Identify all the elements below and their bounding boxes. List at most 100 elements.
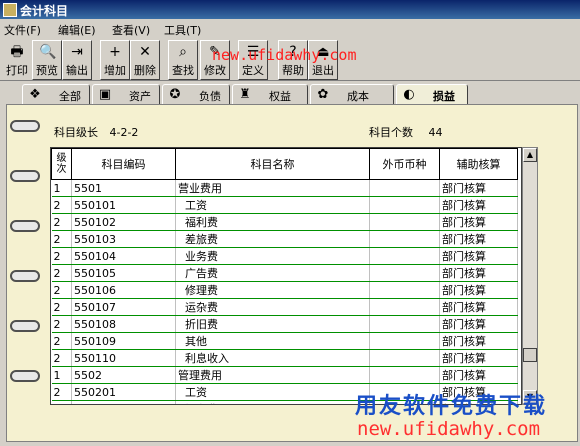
delete-icon: ✕ — [139, 44, 151, 60]
find-button[interactable]: ⌕ 查找 — [168, 40, 198, 80]
tab-liabilities[interactable]: ✪ 负债 — [162, 84, 230, 105]
vertical-scrollbar[interactable]: ▲ ▼ — [522, 147, 538, 405]
row-code: 550201 — [71, 383, 176, 401]
row-currency — [369, 281, 440, 299]
row-currency — [369, 366, 440, 384]
row-currency — [369, 179, 440, 197]
row-level: 2 — [51, 264, 72, 282]
row-auxiliary: 部门核算 — [439, 366, 518, 384]
app-icon — [3, 3, 17, 17]
row-name: 工资 — [175, 383, 370, 401]
row-name: 运杂费 — [175, 298, 370, 316]
row-code: 550108 — [71, 315, 176, 333]
table-row[interactable]: 2 550107 运杂费 部门核算 — [51, 298, 518, 316]
tab-all[interactable]: ❖ 全部 — [22, 84, 90, 105]
row-auxiliary: 部门核算 — [439, 264, 518, 282]
printer-icon: 🖶 — [10, 44, 24, 60]
table-row[interactable]: 2 550109 其他 部门核算 — [51, 332, 518, 350]
row-code: 550110 — [71, 349, 176, 367]
account-table[interactable]: 级次 科目编码 科目名称 外币币种 辅助核算 1 5501 营业费用 部门核算 2 550… — [50, 147, 522, 405]
row-level: 2 — [51, 247, 72, 265]
toolbar-label: 删除 — [134, 64, 156, 77]
tab-label: 资产 — [129, 90, 151, 103]
menu-edit[interactable]: 编辑(E) — [58, 22, 96, 38]
table-row[interactable]: 2 550106 修理费 部门核算 — [51, 281, 518, 299]
toolbar-label: 输出 — [66, 64, 88, 77]
row-auxiliary: 部门核算 — [439, 332, 518, 350]
row-currency — [369, 213, 440, 231]
menu-file[interactable]: 文件(F) — [4, 22, 41, 38]
row-name: 福利费 — [175, 400, 370, 404]
row-name: 折旧费 — [175, 315, 370, 333]
binder-ring — [10, 370, 40, 382]
level-info: 科目级长 4-2-2 — [54, 124, 138, 140]
row-name: 广告费 — [175, 264, 370, 282]
row-auxiliary: 部门核算 — [439, 213, 518, 231]
delete-button[interactable]: ✕ 删除 — [130, 40, 160, 80]
tab-equity[interactable]: ♜ 权益 — [232, 84, 308, 105]
table-row[interactable]: 2 550102 福利费 部门核算 — [51, 213, 518, 231]
tab-cost[interactable]: ✿ 成本 — [310, 84, 394, 105]
all-icon: ❖ — [29, 87, 41, 102]
watermark-top: new.ufidawhy.com — [212, 46, 357, 64]
export-button[interactable]: ⇥ 输出 — [62, 40, 92, 80]
table-row[interactable]: 2 550108 折旧费 部门核算 — [51, 315, 518, 333]
row-level: 1 — [51, 366, 72, 384]
row-name: 利息收入 — [175, 349, 370, 367]
title-bar: 会计科目 — [0, 0, 580, 19]
col-level[interactable]: 级次 — [51, 148, 72, 180]
liabilities-icon: ✪ — [169, 87, 181, 102]
row-level: 2 — [51, 332, 72, 350]
col-code[interactable]: 科目编码 — [71, 148, 176, 180]
row-auxiliary: 部门核算 — [439, 247, 518, 265]
col-currency[interactable]: 外币币种 — [369, 148, 440, 180]
table-row[interactable]: 2 550103 差旅费 部门核算 — [51, 230, 518, 248]
row-name: 福利费 — [175, 213, 370, 231]
tab-assets[interactable]: ▣ 资产 — [92, 84, 160, 105]
row-name: 工资 — [175, 196, 370, 214]
row-code: 5502 — [71, 366, 176, 384]
binder-ring — [10, 170, 40, 182]
row-level: 2 — [51, 383, 72, 401]
row-code: 550103 — [71, 230, 176, 248]
preview-button[interactable]: 🔍 预览 — [32, 40, 62, 80]
equity-icon: ♜ — [239, 87, 251, 102]
table-row[interactable]: 1 5502 管理费用 部门核算 — [51, 366, 518, 384]
row-code: 5501 — [71, 179, 176, 197]
print-button[interactable]: 🖶 打印 — [2, 40, 32, 80]
tab-profit-loss[interactable]: ◐ 损益 — [396, 84, 468, 105]
row-code: 550202 — [71, 400, 176, 404]
row-currency — [369, 298, 440, 316]
level-value: 4-2-2 — [109, 126, 139, 139]
row-auxiliary: 部门核算 — [439, 298, 518, 316]
table-row[interactable]: 2 550110 利息收入 部门核算 — [51, 349, 518, 367]
menu-view[interactable]: 查看(V) — [112, 22, 150, 38]
add-button[interactable]: + 增加 — [100, 40, 130, 80]
count-info: 科目个数 44 — [369, 124, 443, 140]
table-row[interactable]: 2 550101 工资 部门核算 — [51, 196, 518, 214]
row-code: 550107 — [71, 298, 176, 316]
row-code: 550101 — [71, 196, 176, 214]
row-auxiliary: 部门核算 — [439, 315, 518, 333]
toolbar-label: 增加 — [104, 64, 126, 77]
col-auxiliary[interactable]: 辅助核算 — [439, 148, 518, 180]
row-name: 修理费 — [175, 281, 370, 299]
toolbar-label: 打印 — [6, 64, 28, 77]
menu-tools[interactable]: 工具(T) — [164, 22, 201, 38]
row-auxiliary: 部门核算 — [439, 230, 518, 248]
col-name[interactable]: 科目名称 — [175, 148, 370, 180]
scroll-thumb[interactable] — [523, 348, 537, 362]
table-row[interactable]: 1 5501 营业费用 部门核算 — [51, 179, 518, 197]
row-level: 1 — [51, 179, 72, 197]
row-level: 2 — [51, 315, 72, 333]
binder-ring — [10, 270, 40, 282]
table-row[interactable]: 2 550104 业务费 部门核算 — [51, 247, 518, 265]
toolbar-label: 帮助 — [282, 64, 304, 77]
table-row[interactable]: 2 550105 广告费 部门核算 — [51, 264, 518, 282]
binder-ring — [10, 320, 40, 332]
row-code: 550109 — [71, 332, 176, 350]
row-level: 2 — [51, 298, 72, 316]
scroll-up-icon[interactable]: ▲ — [523, 148, 537, 162]
cost-icon: ✿ — [317, 87, 329, 102]
count-value: 44 — [428, 126, 443, 139]
